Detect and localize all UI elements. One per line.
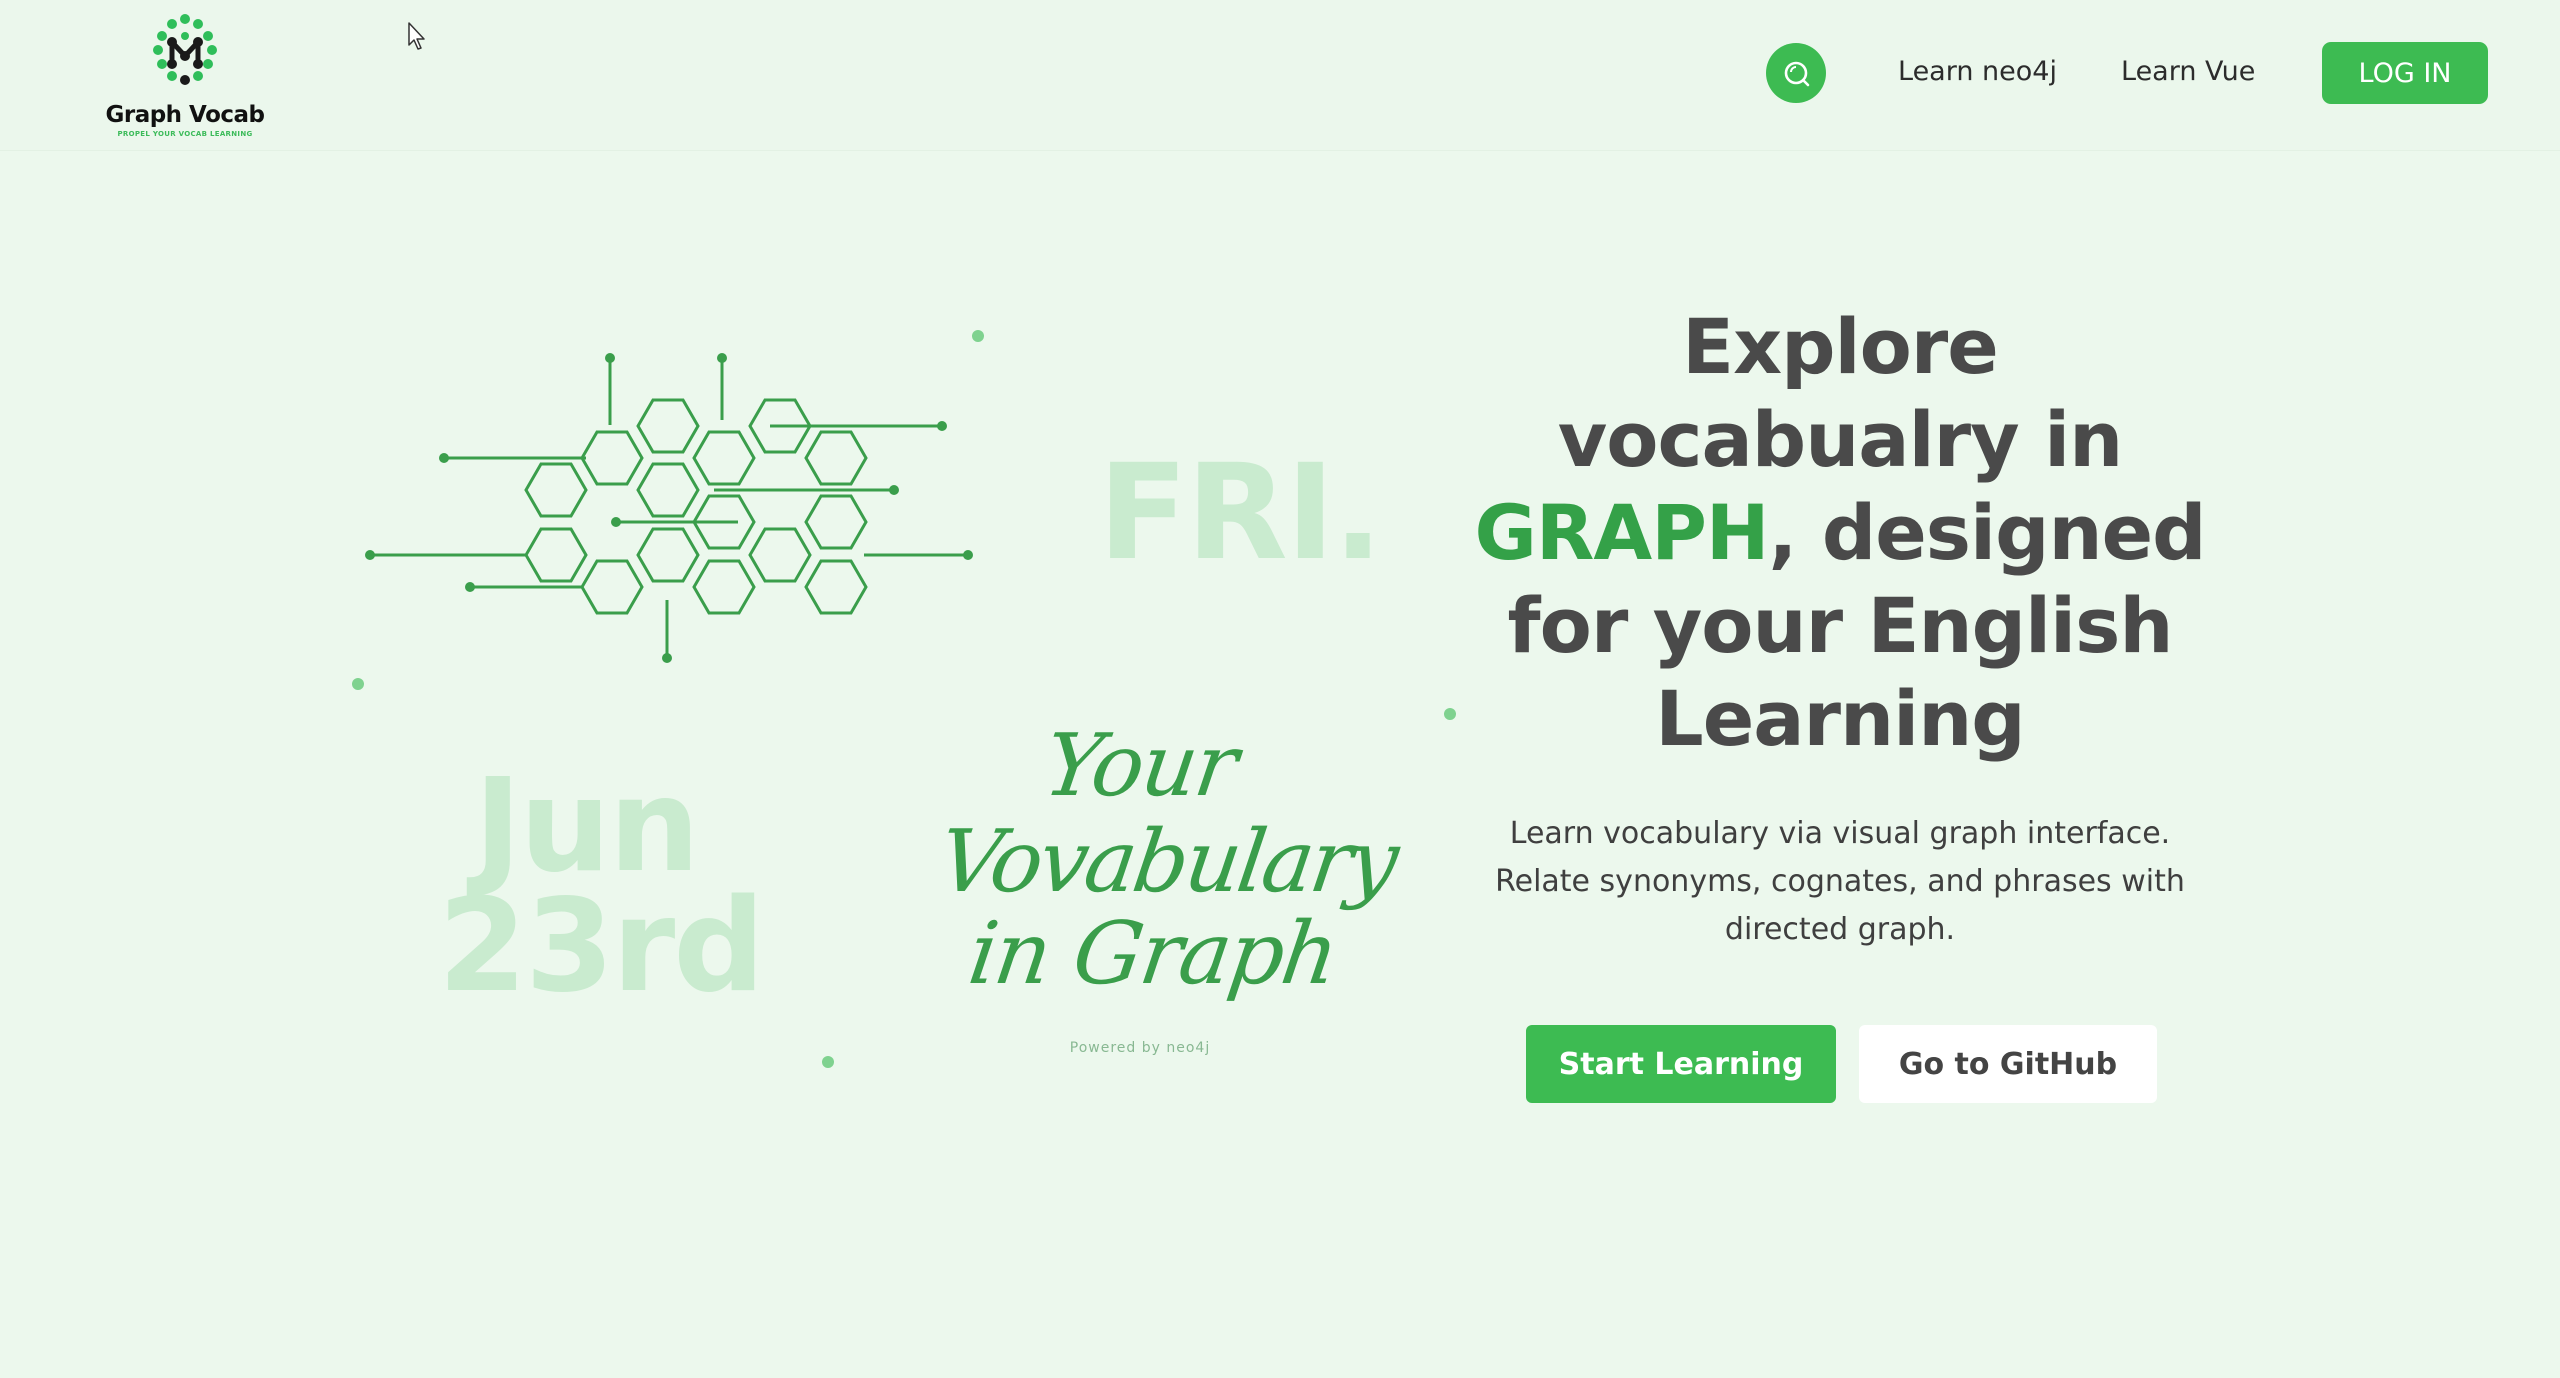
start-learning-button[interactable]: Start Learning	[1526, 1025, 1836, 1103]
login-button[interactable]: LOG IN	[2322, 42, 2488, 104]
script-line-1: Your	[1038, 716, 1242, 816]
headline-line-3: GRAPH, designed	[1440, 486, 2240, 579]
headline-line-3-rest: , designed	[1768, 488, 2207, 577]
date-day: 23rd	[438, 872, 765, 1021]
decorative-dot	[352, 678, 364, 690]
logo[interactable]: Graph Vocab PROPEL YOUR VOCAB LEARNING	[96, 14, 274, 138]
headline-line-4: for your English	[1507, 581, 2174, 670]
headline-accent: GRAPH	[1474, 488, 1769, 577]
logo-name: Graph Vocab	[105, 102, 265, 128]
script-line-3: in Graph	[962, 904, 1343, 1004]
nav-learn-vue[interactable]: Learn Vue	[2121, 56, 2255, 87]
headline-line-1: Explore	[1682, 302, 1999, 391]
nav-learn-neo4j[interactable]: Learn neo4j	[1898, 56, 2057, 87]
page: Graph Vocab PROPEL YOUR VOCAB LEARNING L…	[0, 0, 2560, 1378]
mouse-cursor-icon	[408, 22, 425, 50]
hero-subtext: Learn vocabulary via visual graph interf…	[1495, 816, 2185, 947]
search-button[interactable]	[1766, 43, 1826, 103]
go-to-github-button[interactable]: Go to GitHub	[1859, 1025, 2157, 1103]
script-line-2: Vovabulary	[932, 812, 1402, 912]
decorative-dot	[972, 330, 984, 342]
hexagon-network-illustration	[365, 353, 973, 663]
logo-graph-icon	[153, 14, 217, 85]
powered-by-label: Powered by neo4j	[1069, 1040, 1211, 1056]
decorative-dot	[822, 1056, 834, 1068]
headline-line-5: Learning	[1655, 674, 2025, 763]
logo-tagline: PROPEL YOUR VOCAB LEARNING	[117, 130, 253, 138]
header: Graph Vocab PROPEL YOUR VOCAB LEARNING L…	[0, 0, 2560, 151]
search-icon	[1784, 61, 1810, 87]
hero-headline: Explore vocabualry in GRAPH, designed fo…	[1440, 300, 2240, 765]
day-label: FRI.	[1098, 436, 1383, 590]
headline-line-2: vocabualry in	[1557, 395, 2124, 484]
